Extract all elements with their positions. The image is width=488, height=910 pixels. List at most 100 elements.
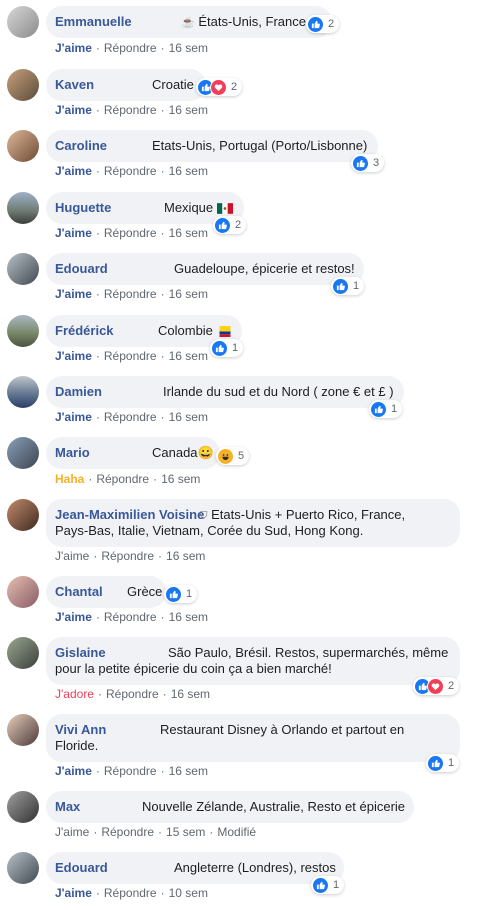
comment-author[interactable]: Chantal bbox=[55, 584, 103, 599]
timestamp[interactable]: 16 sem bbox=[169, 226, 208, 240]
avatar[interactable] bbox=[7, 791, 39, 823]
avatar[interactable] bbox=[7, 376, 39, 408]
comment-author[interactable]: Mario bbox=[55, 445, 90, 460]
comment-author[interactable]: Frédérick bbox=[55, 323, 114, 338]
love-reaction-icon bbox=[427, 677, 444, 695]
reaction-summary[interactable]: 1 bbox=[311, 876, 345, 894]
avatar[interactable] bbox=[7, 69, 39, 101]
reply-button[interactable]: Répondre bbox=[104, 610, 157, 624]
avatar[interactable] bbox=[7, 499, 39, 531]
timestamp[interactable]: 16 sem bbox=[169, 349, 208, 363]
like-button[interactable]: J'aime bbox=[55, 287, 92, 301]
comment-author[interactable]: Edouard bbox=[55, 860, 108, 875]
reaction-summary[interactable]: 3 bbox=[351, 154, 385, 172]
avatar[interactable] bbox=[7, 130, 39, 162]
comment-author[interactable]: Kaven bbox=[55, 77, 94, 92]
timestamp[interactable]: 10 sem bbox=[169, 886, 208, 900]
avatar[interactable] bbox=[7, 437, 39, 469]
like-button[interactable]: J'aime bbox=[55, 164, 92, 178]
like-button[interactable]: J'aime bbox=[55, 226, 92, 240]
comment-bubble: Gislaine São Paulo, Brésil. Restos, supe… bbox=[46, 637, 460, 685]
timestamp[interactable]: 15 sem bbox=[166, 825, 205, 839]
comment-author[interactable]: Emmanuelle bbox=[55, 14, 132, 29]
reaction-count: 2 bbox=[231, 81, 238, 93]
comment-author[interactable]: Jean-Maximilien Voisine bbox=[55, 507, 204, 522]
like-button[interactable]: J'aime bbox=[55, 825, 89, 839]
reaction-summary[interactable]: 2 bbox=[196, 78, 243, 96]
avatar[interactable] bbox=[7, 253, 39, 285]
haha-button[interactable]: Haha bbox=[55, 472, 84, 486]
reply-button[interactable]: Répondre bbox=[101, 825, 154, 839]
avatar[interactable] bbox=[7, 192, 39, 224]
avatar[interactable] bbox=[7, 576, 39, 608]
reaction-summary[interactable]: 5 bbox=[216, 447, 250, 465]
comment-actions: J'aime · Répondre · 16 sem bbox=[55, 410, 208, 424]
reply-button[interactable]: Répondre bbox=[104, 349, 157, 363]
reply-button[interactable]: Répondre bbox=[104, 41, 157, 55]
avatar[interactable] bbox=[7, 714, 39, 746]
timestamp[interactable]: 16 sem bbox=[169, 764, 208, 778]
reaction-summary[interactable]: 2 bbox=[306, 15, 340, 33]
reply-button[interactable]: Répondre bbox=[104, 103, 157, 117]
timestamp[interactable]: 16 sem bbox=[161, 472, 200, 486]
like-button[interactable]: J'aime bbox=[55, 886, 92, 900]
coffee-icon: ☕ bbox=[181, 17, 195, 29]
comment-author[interactable]: Max bbox=[55, 799, 80, 814]
reaction-summary[interactable]: 1 bbox=[164, 585, 198, 603]
comment-author[interactable]: Damien bbox=[55, 384, 102, 399]
reaction-count: 1 bbox=[353, 280, 360, 292]
like-button[interactable]: J'aime bbox=[55, 764, 92, 778]
reaction-summary[interactable]: 2 bbox=[413, 677, 460, 695]
like-button[interactable]: J'aime bbox=[55, 349, 92, 363]
avatar[interactable] bbox=[7, 852, 39, 884]
reply-button[interactable]: Répondre bbox=[104, 287, 157, 301]
timestamp[interactable]: 16 sem bbox=[166, 549, 205, 563]
comment-actions: J'aime · Répondre · 15 sem · Modifié bbox=[55, 825, 257, 839]
timestamp[interactable]: 16 sem bbox=[169, 410, 208, 424]
reply-button[interactable]: Répondre bbox=[104, 886, 157, 900]
timestamp[interactable]: 16 sem bbox=[169, 287, 208, 301]
reply-button[interactable]: Répondre bbox=[104, 226, 157, 240]
timestamp[interactable]: 16 sem bbox=[169, 103, 208, 117]
comment-actions: J'aime · Répondre · 16 sem bbox=[55, 103, 208, 117]
like-button[interactable]: J'aime bbox=[55, 410, 92, 424]
comment-actions: J'aime · Répondre · 16 sem bbox=[55, 610, 208, 624]
reaction-summary[interactable]: 1 bbox=[369, 400, 403, 418]
comment-bubble: Damien Irlande du sud et du Nord ( zone … bbox=[46, 376, 404, 408]
timestamp[interactable]: 16 sem bbox=[169, 610, 208, 624]
reaction-summary[interactable]: 1 bbox=[331, 277, 365, 295]
comment-text: Croatie bbox=[152, 77, 194, 92]
reaction-count: 1 bbox=[186, 588, 193, 600]
timestamp[interactable]: 16 sem bbox=[169, 164, 208, 178]
comment-author[interactable]: Edouard bbox=[55, 261, 108, 276]
avatar[interactable] bbox=[7, 315, 39, 347]
adore-button[interactable]: J'adore bbox=[55, 687, 94, 701]
comment-author[interactable]: Vivi Ann bbox=[55, 722, 106, 737]
reply-button[interactable]: Répondre bbox=[104, 410, 157, 424]
love-reaction-icon bbox=[210, 78, 227, 96]
reply-button[interactable]: Répondre bbox=[104, 164, 157, 178]
reaction-count: 3 bbox=[373, 157, 380, 169]
edited-label[interactable]: Modifié bbox=[217, 825, 256, 839]
like-button[interactable]: J'aime bbox=[55, 41, 92, 55]
like-button[interactable]: J'aime bbox=[55, 549, 89, 563]
reply-button[interactable]: Répondre bbox=[101, 549, 154, 563]
reaction-summary[interactable]: 1 bbox=[426, 754, 460, 772]
like-button[interactable]: J'aime bbox=[55, 610, 92, 624]
reaction-summary[interactable]: 1 bbox=[210, 339, 244, 357]
avatar[interactable] bbox=[7, 6, 39, 38]
comment-author[interactable]: Gislaine bbox=[55, 645, 106, 660]
comment-author[interactable]: Caroline bbox=[55, 138, 107, 153]
like-reaction-icon bbox=[165, 585, 182, 603]
timestamp[interactable]: 16 sem bbox=[169, 41, 208, 55]
reaction-count: 1 bbox=[232, 342, 239, 354]
reaction-summary[interactable]: 2 bbox=[213, 216, 247, 234]
reply-button[interactable]: Répondre bbox=[104, 764, 157, 778]
avatar[interactable] bbox=[7, 637, 39, 669]
comment-text: São Paulo, Brésil. Restos, supermarchés,… bbox=[168, 645, 449, 660]
comment-author[interactable]: Huguette bbox=[55, 200, 111, 215]
reply-button[interactable]: Répondre bbox=[96, 472, 149, 486]
like-button[interactable]: J'aime bbox=[55, 103, 92, 117]
timestamp[interactable]: 16 sem bbox=[171, 687, 210, 701]
reply-button[interactable]: Répondre bbox=[106, 687, 159, 701]
